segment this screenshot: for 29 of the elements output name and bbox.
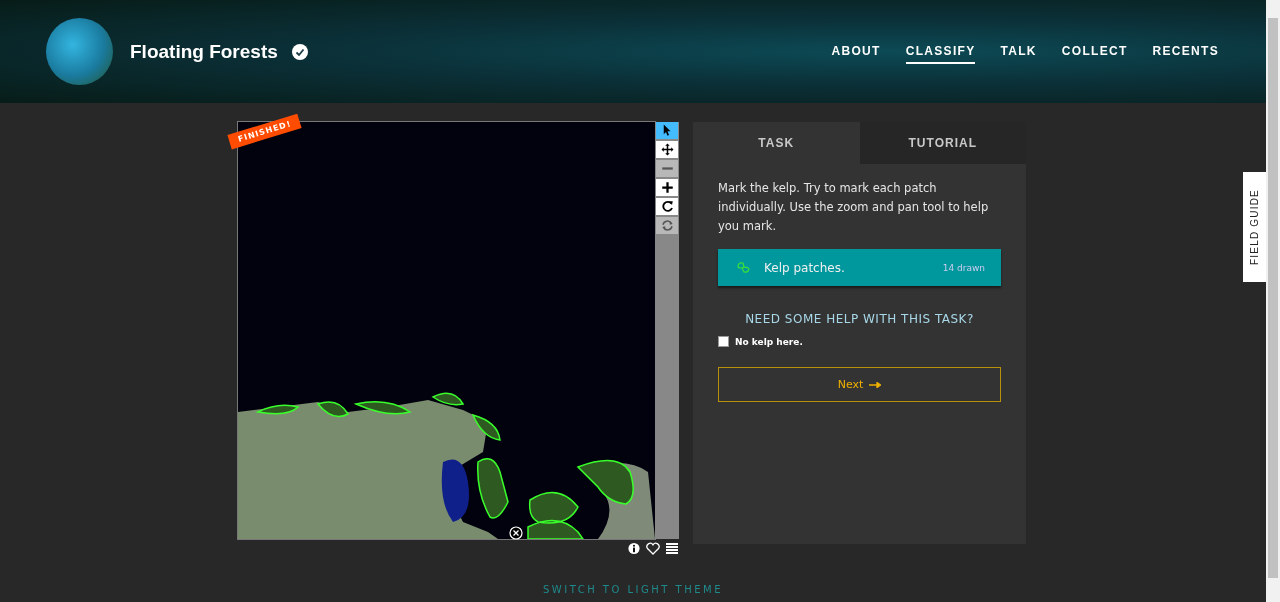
pan-tool[interactable] bbox=[656, 141, 678, 158]
pan-icon bbox=[659, 142, 675, 157]
theme-switch-link[interactable]: SWITCH TO LIGHT THEME bbox=[543, 584, 723, 595]
list-icon[interactable] bbox=[665, 542, 679, 555]
checkbox[interactable] bbox=[718, 336, 729, 347]
next-button[interactable]: Next bbox=[718, 367, 1001, 402]
reset-icon bbox=[659, 218, 675, 233]
scrollbar[interactable] bbox=[1266, 0, 1280, 602]
checkbox-label: No kelp here. bbox=[735, 336, 803, 347]
nav-link[interactable]: COLLECT bbox=[1061, 39, 1128, 64]
help-heading: NEED SOME HELP WITH THIS TASK? bbox=[744, 312, 975, 326]
select-tool[interactable] bbox=[656, 122, 678, 139]
arrow-right-icon bbox=[869, 381, 882, 388]
zoom-in-tool[interactable] bbox=[656, 179, 678, 196]
field-guide-tab[interactable]: FIELD GUIDE bbox=[1243, 172, 1266, 282]
rotate-tool[interactable] bbox=[656, 198, 678, 215]
zoom-in-icon bbox=[659, 180, 675, 195]
rotate-icon bbox=[659, 199, 675, 214]
nav-link[interactable]: ABOUT bbox=[831, 39, 881, 64]
nav-link[interactable]: RECENTS bbox=[1152, 39, 1219, 64]
project-title: Floating Forests bbox=[130, 40, 278, 63]
close-icon[interactable] bbox=[509, 526, 523, 540]
task-instruction: Mark the kelp. Try to mark each patch individually. Use the zoom and pan tool to help you mark. bbox=[718, 180, 990, 235]
nav-link[interactable]: TALK bbox=[1000, 39, 1037, 64]
heart-icon[interactable] bbox=[646, 542, 660, 555]
nav-link[interactable]: CLASSIFY bbox=[905, 39, 976, 64]
panel-tab[interactable]: TUTORIAL bbox=[859, 122, 1026, 164]
info-icon[interactable] bbox=[627, 542, 641, 555]
polygon-icon bbox=[736, 261, 751, 274]
